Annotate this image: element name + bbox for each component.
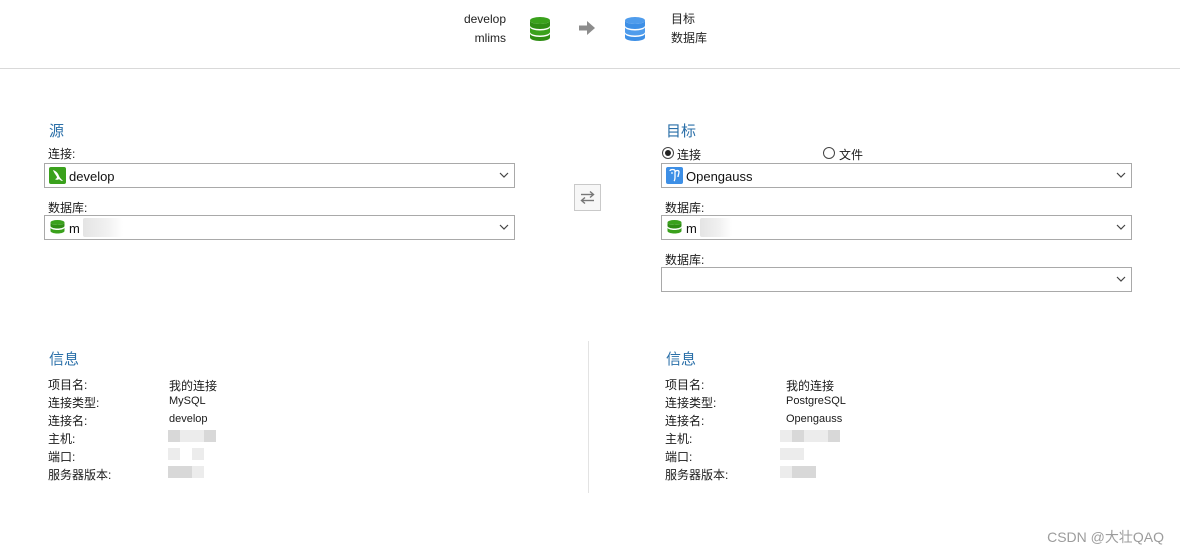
header-target-database-label: 数据库 [671, 31, 708, 45]
redacted-region [83, 218, 123, 237]
wizard-header: develop mlims 目标 数据库 [0, 0, 1180, 69]
source-info-key-version: 服务器版本: [48, 468, 112, 482]
arrow-right-icon [579, 21, 595, 35]
target-database-label: 数据库: [665, 201, 705, 215]
source-connection-value: develop [69, 169, 115, 184]
source-database-label: 数据库: [48, 201, 88, 215]
header-target-label: 目标 [671, 12, 696, 26]
chevron-down-icon [499, 172, 509, 178]
target-info-key-port: 端口: [665, 450, 693, 464]
source-database-select[interactable]: m [44, 215, 515, 240]
target-database-select[interactable]: m [661, 215, 1132, 240]
header-target: 目标 数据库 [671, 10, 707, 48]
database-green-icon [667, 220, 682, 234]
target-info-key-type: 连接类型: [665, 396, 717, 410]
source-info-value-name: develop [169, 413, 208, 425]
swap-arrows-icon [580, 190, 595, 205]
swap-source-target-button[interactable] [574, 184, 601, 211]
target-info-key-name: 连接名: [665, 414, 705, 428]
radio-target-file[interactable] [823, 147, 835, 159]
target-connection-value: Opengauss [686, 169, 753, 184]
source-info-key-project: 项目名: [48, 378, 88, 392]
watermark: CSDN @大壮QAQ [1047, 529, 1164, 545]
source-info-title: 信息 [49, 351, 80, 368]
source-database-icon [530, 17, 550, 41]
source-info-value-type: MySQL [169, 395, 206, 407]
target-info-value-name: Opengauss [786, 413, 843, 425]
info-divider [588, 341, 589, 493]
mysql-dolphin-icon [49, 167, 66, 184]
target-info-key-host: 主机: [665, 432, 693, 446]
chevron-down-icon [1116, 224, 1126, 230]
target-info-key-version: 服务器版本: [665, 468, 729, 482]
target-info-key-project: 项目名: [665, 378, 705, 392]
chevron-down-icon [499, 224, 509, 230]
target-info-value-project: 我的连接 [786, 379, 835, 393]
redacted-region [700, 218, 732, 237]
header-source-connection: develop [463, 12, 506, 26]
chevron-down-icon [1116, 276, 1126, 282]
target-info-value-type: PostgreSQL [786, 395, 846, 407]
radio-target-file-label: 文件 [839, 148, 864, 162]
chevron-down-icon [1116, 172, 1126, 178]
source-section-title: 源 [49, 123, 65, 140]
target-database-icon [625, 17, 645, 41]
target-section-title: 目标 [666, 123, 697, 140]
source-database-value: m [69, 221, 80, 236]
target-schema-select[interactable] [661, 267, 1132, 292]
database-green-icon [50, 220, 65, 234]
postgres-elephant-icon [666, 167, 683, 184]
source-info-key-port: 端口: [48, 450, 76, 464]
source-info-key-host: 主机: [48, 432, 76, 446]
source-info-value-project: 我的连接 [169, 379, 218, 393]
source-info-key-type: 连接类型: [48, 396, 100, 410]
header-source: develop mlims [464, 10, 506, 48]
target-connection-select[interactable]: Opengauss [661, 163, 1132, 188]
source-connection-label: 连接: [48, 147, 76, 161]
target-info-title: 信息 [666, 351, 697, 368]
source-info-key-name: 连接名: [48, 414, 88, 428]
header-source-database: mlims [474, 31, 506, 45]
target-schema-label: 数据库: [665, 253, 705, 267]
target-database-value: m [686, 221, 697, 236]
radio-target-connection[interactable] [662, 147, 674, 159]
radio-target-connection-label: 连接 [677, 148, 702, 162]
source-connection-select[interactable]: develop [44, 163, 515, 188]
